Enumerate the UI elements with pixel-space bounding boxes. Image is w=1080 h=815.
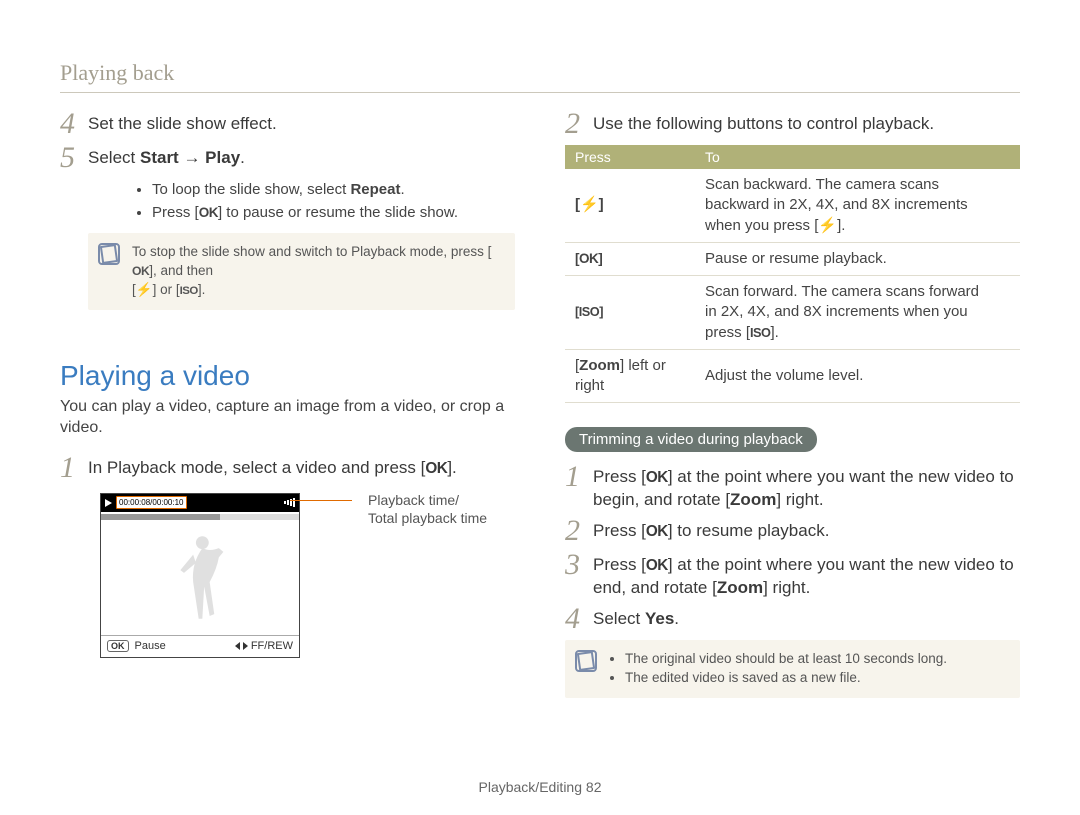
- ok-icon: OK: [646, 556, 668, 577]
- note-callout: The original video should be at least 10…: [565, 640, 1020, 698]
- step-number: 5: [60, 143, 88, 173]
- step-number: 2: [565, 516, 593, 546]
- table-header: Press: [565, 145, 695, 169]
- list-item: To loop the slide show, select Repeat.: [152, 179, 515, 200]
- ok-icon: OK: [646, 468, 668, 489]
- table-row: [ISO] Scan forward. The camera scans for…: [565, 276, 1020, 350]
- note-icon: [575, 650, 597, 672]
- step-text: In Playback mode, select a video and pre…: [88, 455, 457, 480]
- section-heading: Playing a video: [60, 360, 515, 392]
- flash-icon: ⚡: [136, 281, 153, 300]
- ok-icon: OK: [646, 522, 668, 543]
- step-number: 1: [565, 462, 593, 492]
- page-footer: Playback/Editing 82: [0, 779, 1080, 795]
- ff-arrow-icon: [243, 642, 248, 650]
- step-text: Set the slide show effect.: [88, 111, 277, 136]
- step-text: Select Start → Play.: [88, 145, 245, 170]
- step-text: Press [OK] to resume playback.: [593, 518, 829, 543]
- ok-icon: OK: [132, 263, 149, 280]
- ok-button-icon: OK: [107, 640, 129, 652]
- iso-icon: ISO: [180, 283, 198, 299]
- step-text: Press [OK] at the point where you want t…: [593, 464, 1020, 512]
- note-callout: To stop the slide show and switch to Pla…: [88, 233, 515, 310]
- rew-arrow-icon: [235, 642, 240, 650]
- step-number: 1: [60, 453, 88, 483]
- ok-icon: [OK]: [575, 250, 602, 268]
- breadcrumb: Playing back: [60, 60, 1020, 93]
- iso-icon: [ISO]: [575, 303, 603, 320]
- flash-icon: ⚡: [818, 216, 837, 236]
- callout-leader-line: [314, 493, 354, 507]
- list-item: The edited video is saved as a new file.: [625, 669, 1008, 688]
- table-row: [Zoom] left or right Adjust the volume l…: [565, 349, 1020, 403]
- flash-icon: [⚡]: [575, 195, 604, 215]
- dancer-silhouette-icon: [173, 530, 228, 625]
- timecode-badge: 00:00:08/00:00:10: [116, 496, 187, 509]
- step-text: Use the following buttons to control pla…: [593, 111, 934, 136]
- playback-controls-table: Press To [⚡] Scan backward. The camera s…: [565, 145, 1020, 403]
- table-header: To: [695, 145, 1020, 169]
- subsection-pill: Trimming a video during playback: [565, 427, 817, 452]
- step-number: 3: [565, 550, 593, 580]
- ok-icon: OK: [199, 204, 218, 223]
- right-column: 2 Use the following buttons to control p…: [565, 111, 1020, 704]
- note-icon: [98, 243, 120, 265]
- video-thumbnail: 00:00:08/00:00:10 OK Pause: [100, 493, 300, 658]
- step-number: 2: [565, 109, 593, 139]
- pause-label: Pause: [135, 640, 166, 652]
- iso-icon: ISO: [750, 324, 770, 341]
- callout-label: Playback time/ Total playback time: [368, 491, 487, 527]
- left-column: 4 Set the slide show effect. 5 Select St…: [60, 111, 515, 704]
- step-number: 4: [60, 109, 88, 139]
- ffrew-label: FF/REW: [251, 640, 293, 652]
- sub-bullets: To loop the slide show, select Repeat. P…: [112, 179, 515, 223]
- step-text: Select Yes.: [593, 606, 679, 631]
- table-row: [OK] Pause or resume playback.: [565, 242, 1020, 275]
- play-icon: [105, 499, 112, 507]
- ok-icon: OK: [425, 459, 447, 480]
- list-item: Press [OK] to pause or resume the slide …: [152, 202, 515, 223]
- step-number: 4: [565, 604, 593, 634]
- table-row: [⚡] Scan backward. The camera scans back…: [565, 169, 1020, 242]
- step-text: Press [OK] at the point where you want t…: [593, 552, 1020, 600]
- section-intro: You can play a video, capture an image f…: [60, 396, 515, 439]
- list-item: The original video should be at least 10…: [625, 650, 1008, 669]
